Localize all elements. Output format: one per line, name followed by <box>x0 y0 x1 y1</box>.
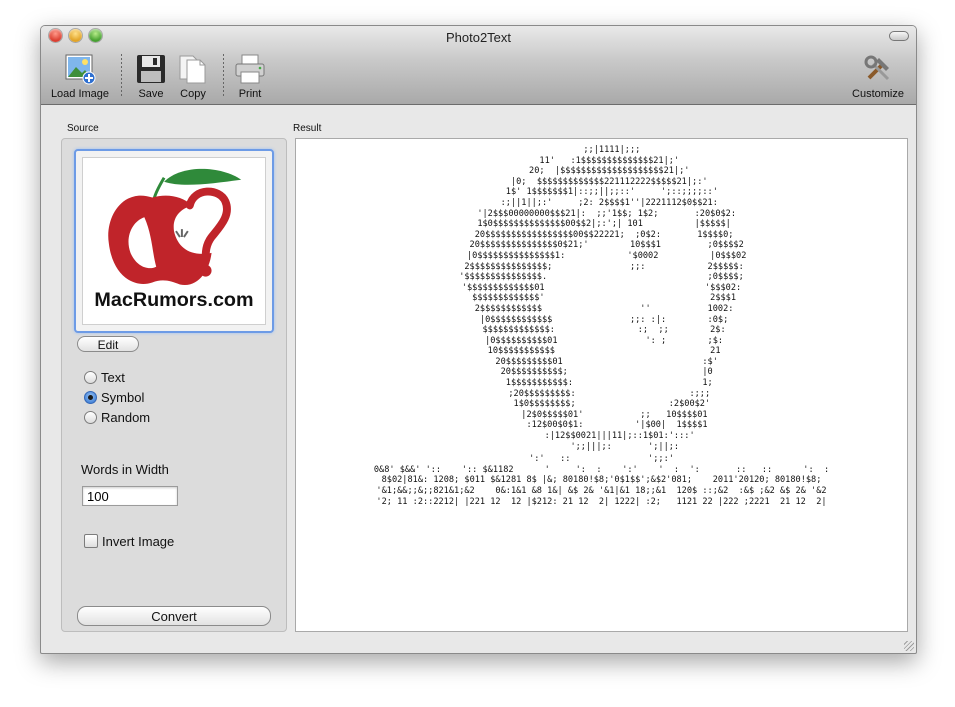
copy-label: Copy <box>180 88 206 100</box>
tools-icon <box>864 55 890 81</box>
window-title: Photo2Text <box>445 30 512 45</box>
titlebar: Photo2Text Load Image Save Copy Print Cu… <box>41 26 916 105</box>
ascii-line: 20$$$$$$$$$01 :$' <box>485 356 718 367</box>
ascii-line: $$$$$$$$$$$$$' 2$$$1 <box>466 293 737 304</box>
convert-button[interactable]: Convert <box>77 606 271 626</box>
logo-wordmark: MacRumors.com <box>94 289 253 311</box>
macrumors-logo: MacRumors.com <box>94 168 254 311</box>
source-image: MacRumors.com <box>82 157 266 325</box>
ascii-line: ';;|||;: ';||;: <box>523 441 680 452</box>
copy-button[interactable]: Copy <box>174 52 212 100</box>
radio-text-label: Text <box>101 370 125 385</box>
toolbar-toggle-button[interactable] <box>889 31 909 41</box>
source-label: Source <box>67 123 99 134</box>
print-label: Print <box>238 88 262 100</box>
copy-documents-icon <box>179 55 206 84</box>
ascii-line: 20$$$$$$$$$$$$$$$$$00$$22221; ;0$2: 1$$$… <box>469 229 734 240</box>
print-button[interactable]: Print <box>231 52 269 100</box>
source-panel: MacRumors.com Edit Text Symbol Random Wo… <box>61 138 287 632</box>
radio-indicator <box>84 371 97 384</box>
ascii-line: 1$$$$$$$$$$$: 1; <box>490 378 713 389</box>
ascii-line: '&1;&&;;&;;821&1;&2 0&:1&1 &8 1&| &$ 2& … <box>376 486 827 496</box>
customize-button[interactable]: Customize <box>847 52 909 100</box>
toolbar-separator <box>223 54 224 98</box>
ascii-line: ':' :: ';;:' <box>529 454 674 465</box>
ascii-line: 2$$$$$$$$$$$$ '' 1002: <box>469 303 734 314</box>
floppy-disk-icon <box>137 55 165 83</box>
invert-image-checkbox[interactable]: Invert Image <box>84 534 174 549</box>
ascii-line: 20$$$$$$$$$$$$$$$0$21;' 10$$$1 ;0$$$$2 <box>459 240 744 251</box>
words-in-width-field[interactable]: 100 <box>82 486 178 506</box>
ascii-line: 8$02|81&: 1208; $011 $&1281 8$ |&; 80180… <box>381 475 822 486</box>
ascii-line: 2$$$$$$$$$$$$$$$; ;;: 2$$$$$: <box>459 261 744 272</box>
ascii-line: |0$$$$$$$$$$01 ': ; ;$: <box>479 335 724 346</box>
load-image-icon <box>65 54 96 85</box>
radio-symbol[interactable]: Symbol <box>84 389 144 407</box>
ascii-line: 1$0$$$$$$$$; :2$00$2' <box>492 399 711 410</box>
radio-symbol-label: Symbol <box>101 390 145 405</box>
ascii-line: :|12$$0021|||11|;::1$01:':::' <box>508 431 695 442</box>
words-in-width-label: Words in Width <box>81 462 169 477</box>
source-image-well[interactable]: MacRumors.com <box>74 149 274 333</box>
ascii-line: ;;|1111|;;; <box>562 145 641 155</box>
ascii-line: 11' :1$$$$$$$$$$$$$$21|;' <box>523 155 680 166</box>
radio-indicator <box>84 411 97 424</box>
save-button[interactable]: Save <box>133 52 169 100</box>
ascii-line: '|2$$$00000000$$$21|: ;;'1$$; 1$2; :20$0… <box>466 208 737 219</box>
ascii-line: $$$$$$$$$$$$$: :; ;; 2$: <box>477 325 726 336</box>
ascii-art-output: ;;|1111|;;; 11' :1$$$$$$$$$$$$$$21|;' 20… <box>296 145 907 507</box>
app-window: Photo2Text Load Image Save Copy Print Cu… <box>40 25 917 654</box>
checkbox-box <box>84 534 98 548</box>
ascii-line: |0; $$$$$$$$$$$$$221112222$$$$$21|;:' <box>495 176 708 187</box>
printer-icon <box>235 54 265 84</box>
ascii-line: '$$$$$$$$$$$$$01 '$$$02: <box>461 282 742 293</box>
toolbar-separator <box>121 54 122 98</box>
ascii-line: 1$0$$$$$$$$$$$$$$00$$2|;:';| 101 |$$$$$| <box>472 219 731 230</box>
radio-indicator-selected <box>84 391 97 404</box>
ascii-line: |0$$$$$$$$$$$$ ;;: :|: :0$; <box>474 314 729 325</box>
ascii-line: '2; 11 :2::2212| |221 12 12 |$212: 21 12… <box>376 496 827 507</box>
edit-button[interactable]: Edit <box>77 336 139 352</box>
radio-random-label: Random <box>101 410 151 425</box>
ascii-line: ;20$$$$$$$$$: :;;; <box>492 388 711 399</box>
ascii-line: 0&8' $&&' ':: ':: $&1182 ' ': : ':' ' : … <box>373 464 830 475</box>
ascii-line: :12$00$0$1: '|$00| 1$$$$1 <box>495 420 708 431</box>
invert-image-label: Invert Image <box>102 534 175 549</box>
ascii-line: |2$0$$$$$01' ;; 10$$$$01 <box>495 409 708 420</box>
customize-label: Customize <box>852 88 904 100</box>
load-image-label: Load Image <box>50 88 110 100</box>
result-text-view[interactable]: ;;|1111|;;; 11' :1$$$$$$$$$$$$$$21|;' 20… <box>295 138 908 632</box>
load-image-button[interactable]: Load Image <box>49 52 111 100</box>
ascii-line: 1$' 1$$$$$$$1|::;;||;;::' ';::;;;;::' <box>485 187 718 198</box>
ascii-line: '$$$$$$$$$$$$$$$. ;0$$$$; <box>459 272 744 283</box>
ascii-line: 20; |$$$$$$$$$$$$$$$$$$$$21|;' <box>513 166 690 177</box>
ascii-line: 20$$$$$$$$$$; |0 <box>490 367 713 378</box>
ascii-line: |0$$$$$$$$$$$$$$$1: '$0002 |0$$$02 <box>456 250 747 261</box>
result-label: Result <box>293 123 322 134</box>
radio-text[interactable]: Text <box>84 369 125 387</box>
ascii-line: 10$$$$$$$$$$$ 21 <box>482 346 721 357</box>
radio-random[interactable]: Random <box>84 409 150 427</box>
resize-grip[interactable] <box>904 641 914 651</box>
save-label: Save <box>138 88 164 100</box>
ascii-line: :;||1||;:' ;2: 2$$$$1''|2221112$0$$21: <box>485 197 718 208</box>
